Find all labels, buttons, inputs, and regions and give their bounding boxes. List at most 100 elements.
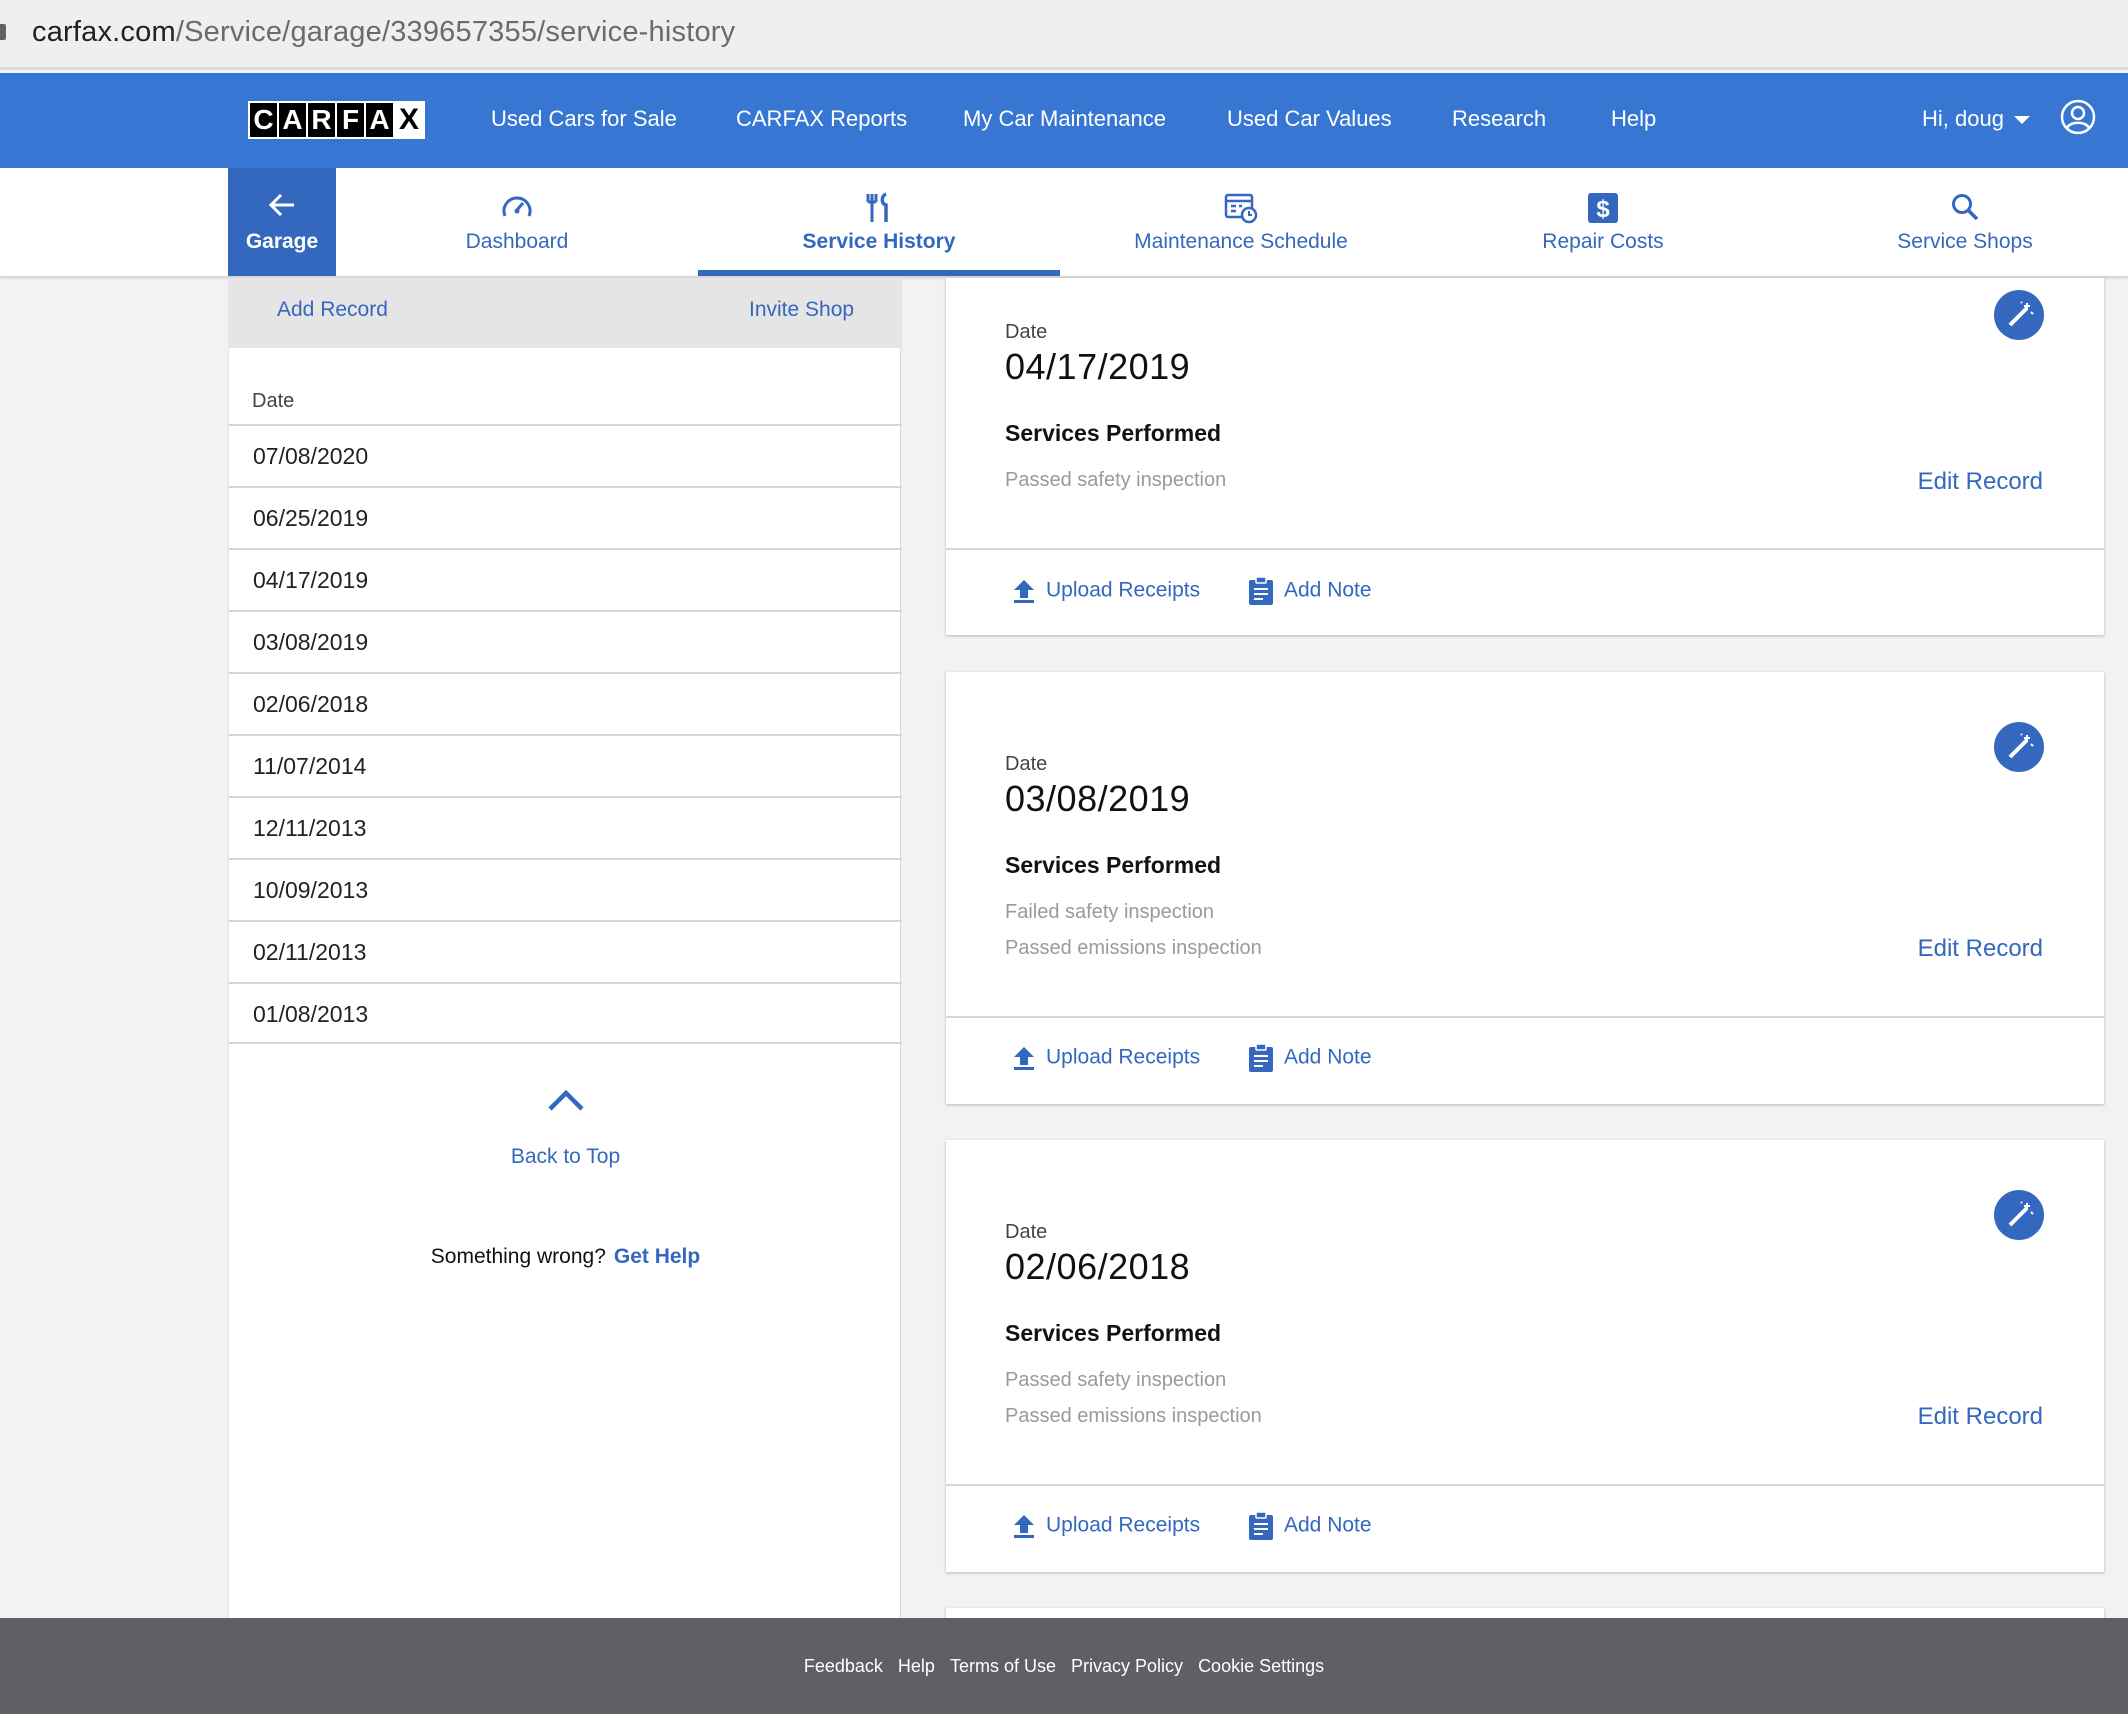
- footer-link-cookies[interactable]: Cookie Settings: [1198, 1656, 1324, 1676]
- date-list-item[interactable]: 11/07/2014: [229, 734, 902, 796]
- record-date: 02/06/2018: [1005, 1246, 1191, 1287]
- magic-wand-icon[interactable]: [1994, 722, 2044, 772]
- help-prompt: Something wrong? Get Help: [229, 1245, 902, 1269]
- upload-receipts-button[interactable]: Upload Receipts: [1012, 1045, 1200, 1071]
- tab-repair-costs[interactable]: $ Repair Costs: [1422, 168, 1784, 276]
- back-to-top-label: Back to Top: [510, 1145, 621, 1168]
- calendar-clock-icon: [1224, 193, 1258, 224]
- date-label: Date: [1005, 321, 1048, 343]
- add-note-label: Add Note: [1284, 578, 1372, 602]
- date-list-item[interactable]: 10/09/2013: [229, 858, 902, 920]
- service-item: Passed emissions inspection: [1005, 937, 1262, 959]
- upload-receipts-label: Upload Receipts: [1046, 1513, 1201, 1537]
- nav-my-car-maintenance[interactable]: My Car Maintenance: [963, 106, 1166, 132]
- dollar-icon: $: [1588, 193, 1618, 223]
- date-column-header: Date: [252, 390, 295, 412]
- date-list-item[interactable]: 02/11/2013: [229, 920, 902, 982]
- divider: [946, 1016, 2104, 1018]
- logo-letter: R: [308, 103, 335, 137]
- add-note-button[interactable]: Add Note: [1248, 1511, 1372, 1541]
- footer-link-terms[interactable]: Terms of Use: [950, 1656, 1056, 1676]
- tab-maintenance-schedule[interactable]: Maintenance Schedule: [1060, 168, 1422, 276]
- nav-used-car-values[interactable]: Used Car Values: [1227, 106, 1392, 132]
- date-list-item[interactable]: 04/17/2019: [229, 548, 902, 610]
- add-note-button[interactable]: Add Note: [1248, 1043, 1372, 1073]
- logo-letter: A: [279, 103, 306, 137]
- url-text[interactable]: carfax.com/Service/garage/339657355/serv…: [32, 16, 735, 49]
- url-domain: carfax.com: [32, 16, 176, 48]
- svg-text:$: $: [1596, 196, 1610, 223]
- browser-url-bar[interactable]: carfax.com/Service/garage/339657355/serv…: [0, 0, 2128, 70]
- account-circle-icon[interactable]: [2060, 99, 2096, 135]
- chevron-down-icon: [2013, 116, 2030, 125]
- footer-link-feedback[interactable]: Feedback: [804, 1656, 883, 1676]
- lock-icon: [0, 24, 6, 40]
- edit-record-link[interactable]: Edit Record: [1918, 935, 2043, 963]
- clipboard-icon: [1249, 576, 1273, 605]
- nav-research[interactable]: Research: [1452, 106, 1546, 132]
- service-item: Failed safety inspection: [1005, 901, 1215, 923]
- nav-carfax-reports[interactable]: CARFAX Reports: [736, 106, 907, 132]
- date-list-item[interactable]: 01/08/2013: [229, 982, 902, 1044]
- arrow-left-icon: [268, 193, 294, 217]
- upload-icon: [1014, 1047, 1034, 1070]
- date-list-item[interactable]: 12/11/2013: [229, 796, 902, 858]
- edit-record-link[interactable]: Edit Record: [1918, 468, 2043, 496]
- sub-navigation: Garage Dashboard Service History Mainten…: [0, 168, 2128, 276]
- clipboard-icon: [1249, 1511, 1273, 1540]
- date-list-item[interactable]: 06/25/2019: [229, 486, 902, 548]
- record-date: 03/08/2019: [1005, 778, 1191, 819]
- user-menu[interactable]: Hi, doug: [1922, 106, 2030, 132]
- garage-label: Garage: [245, 230, 319, 253]
- something-wrong-text: Something wrong?: [430, 1245, 606, 1268]
- services-title: Services Performed: [1005, 420, 1222, 446]
- url-path: /Service/garage/339657355/service-histor…: [175, 16, 736, 48]
- upload-receipts-button[interactable]: Upload Receipts: [1012, 578, 1200, 604]
- service-record-card: Date 03/08/2019 Services Performed Faile…: [946, 672, 2104, 1104]
- nav-help[interactable]: Help: [1611, 106, 1656, 132]
- tab-dashboard[interactable]: Dashboard: [336, 168, 698, 276]
- tab-service-shops[interactable]: Service Shops: [1784, 168, 2128, 276]
- top-navigation: C A R F A X Used Cars for Sale CARFAX Re…: [0, 73, 2128, 168]
- back-to-top-button[interactable]: Back to Top: [229, 1088, 902, 1188]
- record-date: 04/17/2019: [1005, 346, 1191, 387]
- magic-wand-icon[interactable]: [1994, 290, 2044, 340]
- speedometer-icon: [502, 196, 532, 217]
- date-list: 07/08/2020 06/25/2019 04/17/2019 03/08/2…: [229, 424, 902, 1044]
- tab-label: Service History: [802, 230, 956, 253]
- chevron-up-icon: [548, 1089, 584, 1111]
- garage-back-button[interactable]: Garage: [228, 168, 336, 276]
- nav-used-cars[interactable]: Used Cars for Sale: [491, 106, 677, 132]
- upload-icon: [1014, 580, 1034, 603]
- divider: [946, 1484, 2104, 1486]
- date-list-item[interactable]: 03/08/2019: [229, 610, 902, 672]
- logo-letter: F: [337, 103, 364, 137]
- get-help-link[interactable]: Get Help: [614, 1245, 700, 1268]
- magic-wand-icon[interactable]: [1994, 1190, 2044, 1240]
- carfax-logo[interactable]: C A R F A X: [248, 101, 425, 139]
- footer-link-help[interactable]: Help: [898, 1656, 935, 1676]
- date-list-item[interactable]: 02/06/2018: [229, 672, 902, 734]
- logo-letter: C: [250, 103, 277, 137]
- date-label: Date: [1005, 753, 1048, 775]
- edit-record-link[interactable]: Edit Record: [1918, 1403, 2043, 1431]
- upload-receipts-button[interactable]: Upload Receipts: [1012, 1513, 1200, 1539]
- logo-letter: X: [395, 103, 423, 137]
- service-record-card: Date 04/17/2019 Services Performed Passe…: [946, 278, 2104, 635]
- services-title: Services Performed: [1005, 852, 1222, 878]
- add-note-button[interactable]: Add Note: [1248, 576, 1372, 606]
- footer: Feedback Help Terms of Use Privacy Polic…: [0, 1618, 2128, 1714]
- clipboard-icon: [1249, 1043, 1273, 1072]
- service-item: Passed safety inspection: [1005, 1369, 1227, 1391]
- divider: [946, 548, 2104, 550]
- service-history-sidebar: Add Record Invite Shop Date 07/08/2020 0…: [228, 278, 902, 1618]
- upload-icon: [1014, 1515, 1034, 1538]
- footer-link-privacy[interactable]: Privacy Policy: [1071, 1656, 1183, 1676]
- invite-shop-link[interactable]: Invite Shop: [749, 298, 854, 322]
- date-list-item[interactable]: 07/08/2020: [229, 424, 902, 486]
- service-item: Passed safety inspection: [1005, 469, 1227, 491]
- tab-service-history[interactable]: Service History: [698, 168, 1060, 276]
- footer-links: Feedback Help Terms of Use Privacy Polic…: [0, 1656, 2128, 1677]
- add-record-link[interactable]: Add Record: [277, 298, 388, 322]
- upload-receipts-label: Upload Receipts: [1046, 1045, 1201, 1069]
